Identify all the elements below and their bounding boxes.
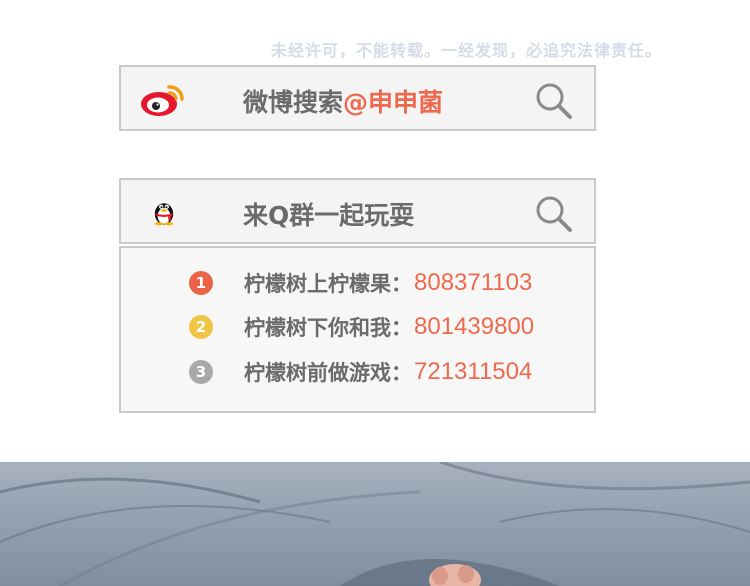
badge-3: 3 [189,360,213,384]
list-item[interactable]: 1 柠檬树上柠檬果： 808371103 [189,266,532,300]
weibo-handle: @申申菌 [343,88,444,117]
qq-search-text: 来Q群一起玩耍 [243,201,415,230]
weibo-logo-icon [141,85,184,116]
weibo-search-box[interactable]: 微博搜索@申申菌 [119,65,596,131]
list-item[interactable]: 2 柠檬树下你和我： 801439800 [189,310,534,344]
group-label: 柠檬树前做游戏： [244,361,412,385]
weibo-search-prefix: 微博搜索 [243,88,344,117]
group-number: 721311504 [414,358,533,385]
group-number: 808371103 [414,269,533,296]
weibo-search-text: 微博搜索@申申菌 [243,83,443,119]
qq-search-box[interactable]: 来Q群一起玩耍 [119,178,596,244]
copyright-notice: 未经许可，不能转载。一经发现，必追究法律责任。 [271,41,663,60]
comic-illustration [0,462,750,586]
list-item[interactable]: 3 柠檬树前做游戏： 721311504 [189,355,532,389]
badge-1: 1 [189,271,213,295]
magnifier-icon[interactable] [534,194,574,234]
group-number: 801439800 [414,313,535,340]
group-label: 柠檬树上柠檬果： [244,272,412,296]
qq-group-list: 1 柠檬树上柠檬果： 808371103 2 柠檬树下你和我： 80143980… [119,246,596,413]
badge-2: 2 [189,315,213,339]
group-label: 柠檬树下你和我： [244,316,412,340]
magnifier-icon[interactable] [534,81,574,121]
qq-penguin-icon [154,203,174,226]
